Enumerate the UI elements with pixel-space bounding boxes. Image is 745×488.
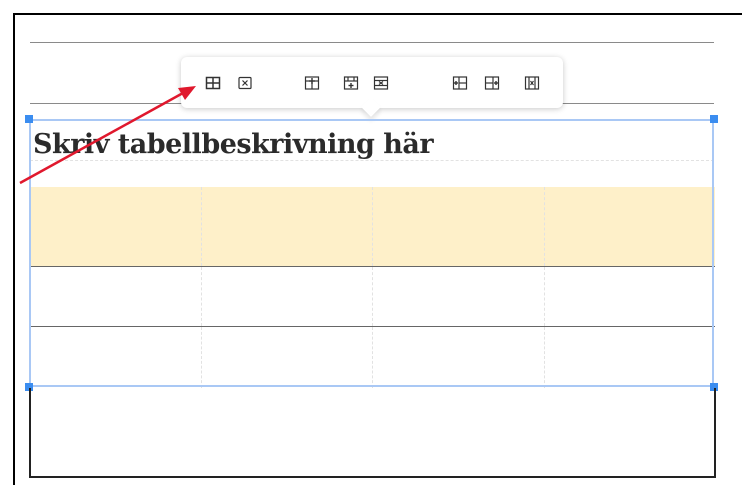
resize-handle-top-left[interactable]	[25, 115, 33, 123]
table-header-cell[interactable]	[202, 187, 373, 266]
table-cell[interactable]	[202, 267, 373, 326]
caption-separator	[30, 160, 714, 161]
table-row	[30, 326, 715, 388]
table-cell[interactable]	[202, 327, 373, 388]
divider-top	[30, 42, 714, 43]
delete-column-icon[interactable]	[524, 75, 540, 91]
table-cell[interactable]	[373, 267, 545, 326]
table	[30, 187, 715, 388]
insert-row-above-icon[interactable]	[304, 75, 320, 91]
table-cell[interactable]	[545, 267, 716, 326]
table-header-cell[interactable]	[373, 187, 545, 266]
table-cell[interactable]	[373, 327, 545, 388]
table-cell[interactable]	[30, 327, 202, 388]
table-header-cell[interactable]	[30, 187, 202, 266]
table-cell[interactable]	[30, 267, 202, 326]
delete-table-icon[interactable]	[237, 75, 253, 91]
insert-row-below-icon[interactable]	[343, 75, 359, 91]
table-header-row	[30, 187, 715, 266]
insert-column-right-icon[interactable]	[484, 75, 500, 91]
table-row	[30, 266, 715, 326]
table-header-cell[interactable]	[545, 187, 716, 266]
table-caption-text[interactable]: Skriv tabellbeskrivning här	[33, 129, 434, 160]
content-block	[29, 388, 716, 478]
delete-row-icon[interactable]	[373, 75, 389, 91]
insert-column-left-icon[interactable]	[452, 75, 468, 91]
table-properties-icon[interactable]	[205, 75, 221, 91]
table-cell[interactable]	[545, 327, 716, 388]
table-caption[interactable]: Skriv tabellbeskrivning här	[30, 119, 714, 187]
resize-handle-top-right[interactable]	[710, 115, 718, 123]
